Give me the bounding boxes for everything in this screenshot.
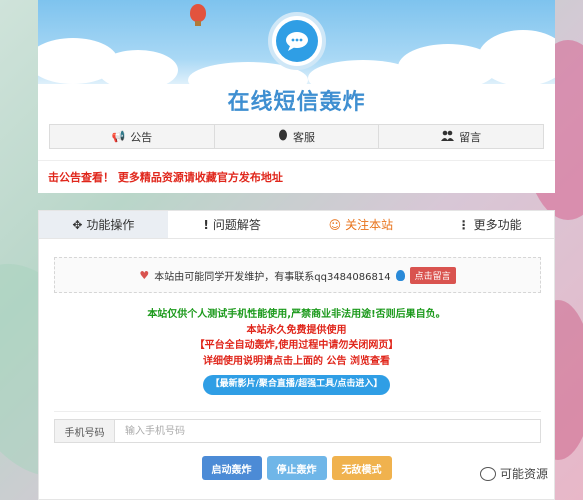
stop-bombing-button[interactable]: 停止轰炸 [266,456,327,480]
phone-field-group: 手机号码 [54,419,541,443]
cursor-move-icon: ✥ [72,217,83,232]
site-logo [268,12,326,70]
watermark: 可能资源 [480,465,548,482]
instructions-text: 详细使用说明请点击上面的 公告 浏览查看 [203,355,390,367]
scrolling-announcement[interactable]: 击公告查看！ 更多精品资源请收藏官方发布地址 [38,160,555,190]
qq-penguin-icon [395,269,405,281]
balloon-icon [190,4,206,26]
leave-message-button[interactable]: 点击留言 [409,266,456,284]
start-bombing-button[interactable]: 启动轰炸 [201,456,262,480]
top-nav: 📢 公告 客服 留言 [49,124,544,149]
action-buttons: 启动轰炸 停止轰炸 无敌模式 [39,456,554,480]
resource-links-button[interactable]: 【最新影片/聚合直播/超强工具/点击进入】 [202,375,391,395]
tab-label: 功能操作 [86,218,135,232]
more-icon: ⋮ [457,217,470,232]
invincible-mode-button[interactable]: 无敌模式 [331,456,392,480]
tab-label: 关注本站 [345,218,394,232]
tab-label: 更多功能 [473,218,522,232]
exclamation-icon: ! [203,217,209,232]
nav-item-label: 客服 [293,130,315,144]
megaphone-icon: 📢 [111,130,126,143]
tab-label: 问题解答 [212,218,261,232]
chat-bubble-icon [276,20,318,62]
page-title: 在线短信轰炸 [227,90,366,115]
auto-notice-text: 【平台全自动轰炸,使用过程中请勿关闭网页】 [194,340,399,351]
qq-penguin-icon [278,129,288,144]
tab-bar: ✥ 功能操作 ! 问题解答 ☺ 关注本站 ⋮ 更多功能 [39,211,554,239]
phone-label: 手机号码 [55,420,115,442]
tab-follow[interactable]: ☺ 关注本站 [297,211,426,238]
nav-item-announcement[interactable]: 📢 公告 [50,125,215,148]
watermark-text: 可能资源 [500,467,549,481]
phone-number-input[interactable] [115,420,540,442]
wechat-icon [480,466,496,481]
notice-text: 本站由可能同学开发维护，有事联系qq3484086814 [154,271,391,283]
disclaimer-text: 本站仅供个人测试手机性能使用,严禁商业非法用途!否则后果自负。 [147,309,446,320]
users-icon [441,130,455,144]
tab-more[interactable]: ⋮ 更多功能 [425,211,554,238]
free-notice-text: 本站永久免费提供使用 [246,324,347,336]
tab-functions[interactable]: ✥ 功能操作 [39,211,168,238]
nav-item-message[interactable]: 留言 [379,125,543,148]
maintainer-notice: ♥ 本站由可能同学开发维护，有事联系qq3484086814 点击留言 [54,257,541,293]
nav-item-support[interactable]: 客服 [215,125,380,148]
divider [54,411,541,412]
heart-icon: ♥ [139,268,150,282]
smile-icon: ☺ [328,217,342,232]
usage-info: 本站仅供个人测试手机性能使用,严禁商业非法用途!否则后果自负。 本站永久免费提供… [39,307,554,395]
sky-banner [38,0,555,98]
tab-faq[interactable]: ! 问题解答 [168,211,297,238]
main-panel: ✥ 功能操作 ! 问题解答 ☺ 关注本站 ⋮ 更多功能 ♥ 本站由可能同学开发维… [38,210,555,500]
nav-item-label: 留言 [459,130,482,144]
header-card: 在线短信轰炸 📢 公告 客服 留言 击公告查看！ 更多精品资源请收藏官方发布地址 [38,0,555,193]
nav-item-label: 公告 [130,130,153,144]
